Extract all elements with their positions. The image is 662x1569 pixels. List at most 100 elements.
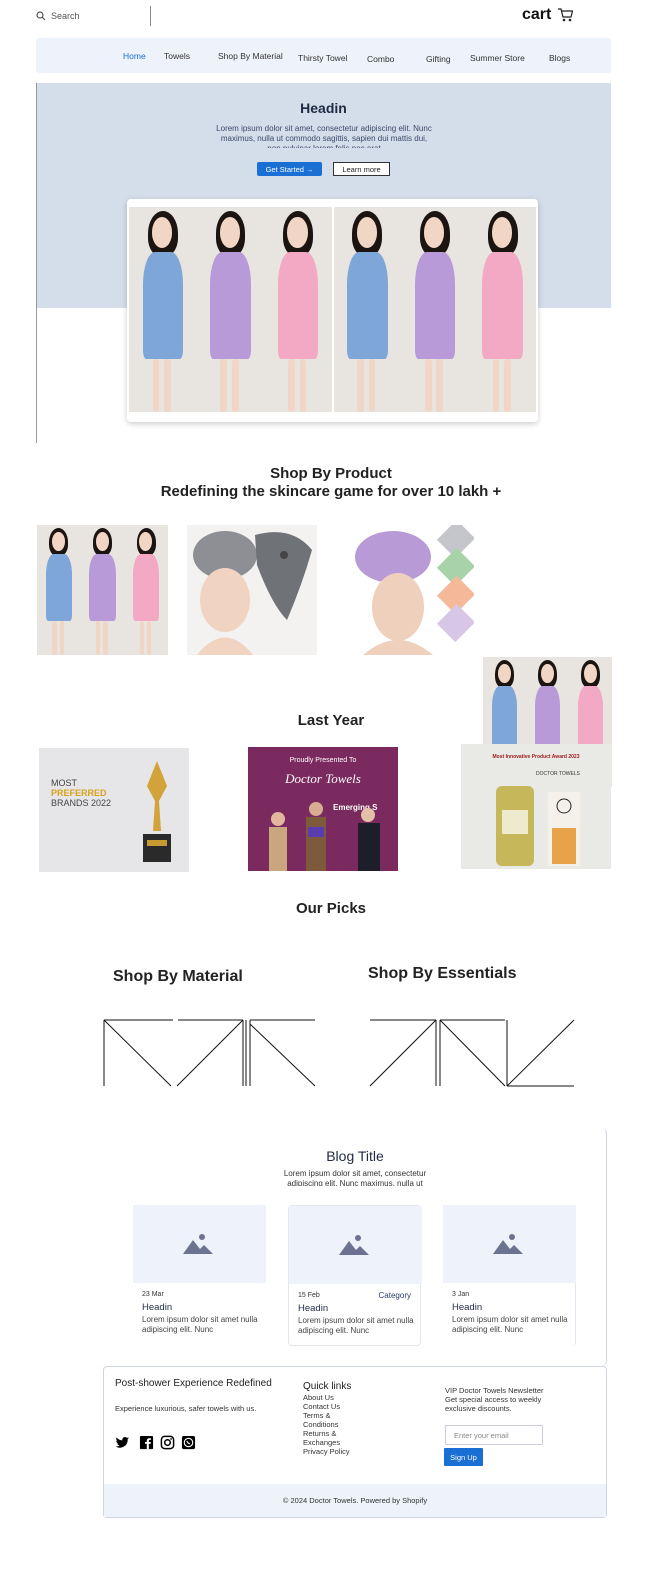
model-head bbox=[540, 663, 554, 683]
last-year-title: Last Year bbox=[297, 712, 365, 729]
email-input[interactable]: Enter your email bbox=[445, 1425, 543, 1445]
model-leg bbox=[103, 621, 108, 655]
search-bar[interactable]: Search bbox=[36, 6, 151, 26]
model-leg bbox=[357, 358, 364, 412]
blog-card-text: Lorem ipsum dolor sit amet nulla adipisc… bbox=[452, 1315, 568, 1334]
learn-more-button[interactable]: Learn more bbox=[333, 162, 390, 176]
blog-card-date: 15 Feb bbox=[298, 1292, 320, 1299]
nav-item-thirsty-towel[interactable]: Thirsty Towel bbox=[298, 53, 347, 63]
model-leg bbox=[504, 358, 511, 412]
award3-line2: DOCTOR TOWELS bbox=[536, 771, 580, 777]
model-head bbox=[497, 663, 511, 683]
towel-wrap-photo bbox=[129, 207, 332, 412]
trophy-icon bbox=[143, 761, 171, 862]
award1-line2: PREFERRED bbox=[51, 788, 107, 798]
award-most-preferred: MOST PREFERRED BRANDS 2022 bbox=[39, 748, 189, 872]
model-head bbox=[95, 531, 109, 551]
towel-dress bbox=[277, 252, 319, 359]
search-icon bbox=[36, 11, 46, 21]
award3-line1: Most Innovative Product Award 2023 bbox=[492, 754, 580, 760]
hero-divider bbox=[36, 83, 37, 443]
newsletter-block: VIP Doctor Towels Newsletter Get special… bbox=[445, 1386, 560, 1413]
award2-line1: Proudly Presented To bbox=[289, 757, 357, 764]
image-placeholder-icon bbox=[182, 1234, 213, 1254]
model-leg bbox=[220, 358, 228, 412]
instagram-icon[interactable] bbox=[160, 1435, 175, 1450]
nav-item-towels[interactable]: Towels bbox=[164, 51, 190, 61]
sign-up-button[interactable]: Sign Up bbox=[444, 1448, 483, 1466]
essentials-image-placeholders[interactable] bbox=[369, 1018, 577, 1088]
whatsapp-icon[interactable] bbox=[181, 1435, 196, 1450]
our-picks-title: Our Picks bbox=[295, 900, 367, 917]
get-started-button[interactable]: Get Started → bbox=[257, 162, 322, 176]
model-head bbox=[51, 531, 65, 551]
model-head bbox=[491, 217, 513, 248]
product-packaging-image bbox=[496, 786, 580, 866]
product-towel-dress[interactable] bbox=[37, 525, 168, 655]
blog-card-category[interactable]: Category bbox=[379, 1291, 411, 1300]
model-figure bbox=[37, 525, 81, 655]
quick-link-about[interactable]: About Us bbox=[303, 1393, 363, 1402]
facebook-icon[interactable] bbox=[139, 1435, 154, 1450]
model-leg bbox=[95, 621, 101, 655]
model-figure bbox=[129, 207, 197, 412]
blog-card[interactable]: 3 Jan Headin Lorem ipsum dolor sit amet … bbox=[443, 1205, 576, 1346]
copyright-text: © 2024 Doctor Towels. Powered by Shopify bbox=[282, 1496, 428, 1505]
hero-image-frame bbox=[127, 199, 538, 422]
cart-icon bbox=[558, 8, 574, 22]
model-figure bbox=[334, 207, 402, 412]
product-hair-towel-purple[interactable] bbox=[343, 519, 476, 655]
quick-link-contact[interactable]: Contact Us bbox=[303, 1402, 363, 1411]
quick-links-list: About Us Contact Us Terms & Conditions R… bbox=[303, 1393, 363, 1456]
model-leg bbox=[139, 621, 144, 655]
quick-link-returns[interactable]: Returns & Exchanges bbox=[303, 1429, 363, 1447]
image-placeholder-icon bbox=[492, 1234, 523, 1254]
blog-card[interactable]: 15 Feb Category Headin Lorem ipsum dolor… bbox=[288, 1205, 422, 1346]
model-leg bbox=[164, 358, 171, 412]
towel-dress bbox=[210, 252, 251, 359]
model-leg bbox=[152, 358, 160, 412]
blog-card-title: Headin bbox=[452, 1302, 483, 1313]
blog-card-image bbox=[133, 1205, 266, 1283]
model-figure bbox=[124, 525, 168, 655]
blog-card-date: 3 Jan bbox=[452, 1291, 470, 1298]
twitter-icon[interactable] bbox=[115, 1435, 130, 1450]
nav-item-gifting[interactable]: Gifting bbox=[426, 54, 451, 64]
hair-towel-purple-image bbox=[355, 519, 476, 655]
model-leg bbox=[436, 358, 444, 412]
nav-item-home[interactable]: Home bbox=[123, 51, 146, 61]
nav-item-summer-store[interactable]: Summer Store bbox=[470, 53, 525, 63]
model-figure bbox=[401, 207, 469, 412]
model-leg bbox=[299, 358, 307, 412]
blog-intro: Lorem ipsum dolor sit amet, consectetur … bbox=[283, 1169, 427, 1186]
blog-card-title: Headin bbox=[298, 1303, 329, 1314]
blog-card[interactable]: 23 Mar Headin Lorem ipsum dolor sit amet… bbox=[133, 1205, 266, 1346]
material-image-placeholders[interactable] bbox=[103, 1018, 318, 1088]
shop-by-product-subtitle: Redefining the skincare game for over 10… bbox=[160, 483, 502, 500]
towel-dress bbox=[347, 252, 388, 359]
model-figure bbox=[81, 525, 125, 655]
blog-title: Blog Title bbox=[326, 1148, 384, 1164]
search-input[interactable]: Search bbox=[51, 11, 80, 21]
award1-line3: BRANDS 2022 bbox=[51, 798, 112, 808]
nav-item-combo[interactable]: Combo bbox=[367, 54, 394, 64]
footer-subtitle: Experience luxurious, safer towels with … bbox=[115, 1404, 257, 1413]
towel-dress bbox=[45, 553, 72, 622]
product-hair-towel-grey[interactable] bbox=[187, 525, 317, 655]
model-leg bbox=[231, 358, 239, 412]
hero-text: Lorem ipsum dolor sit amet, consectetur … bbox=[216, 124, 432, 148]
award-people-image bbox=[269, 802, 380, 871]
quick-link-privacy[interactable]: Privacy Policy bbox=[303, 1447, 363, 1456]
quick-link-terms[interactable]: Terms & Conditions bbox=[303, 1411, 363, 1429]
blog-card-image bbox=[289, 1206, 422, 1284]
get-started-label: Get Started bbox=[265, 164, 304, 174]
main-nav: Home Towels Shop By Material Thirsty Tow… bbox=[36, 38, 611, 73]
award-innovative-product: Most Innovative Product Award 2023 DOCTO… bbox=[461, 744, 611, 869]
image-placeholder-icon bbox=[338, 1235, 369, 1255]
nav-item-shop-by-material[interactable]: Shop By Material bbox=[218, 51, 283, 61]
nav-item-blogs[interactable]: Blogs bbox=[549, 53, 570, 63]
towel-wrap-photo bbox=[333, 207, 536, 412]
cart-link[interactable]: cart bbox=[522, 6, 574, 24]
copyright-bar: © 2024 Doctor Towels. Powered by Shopify bbox=[104, 1484, 606, 1517]
award1-line1: MOST bbox=[51, 778, 77, 788]
